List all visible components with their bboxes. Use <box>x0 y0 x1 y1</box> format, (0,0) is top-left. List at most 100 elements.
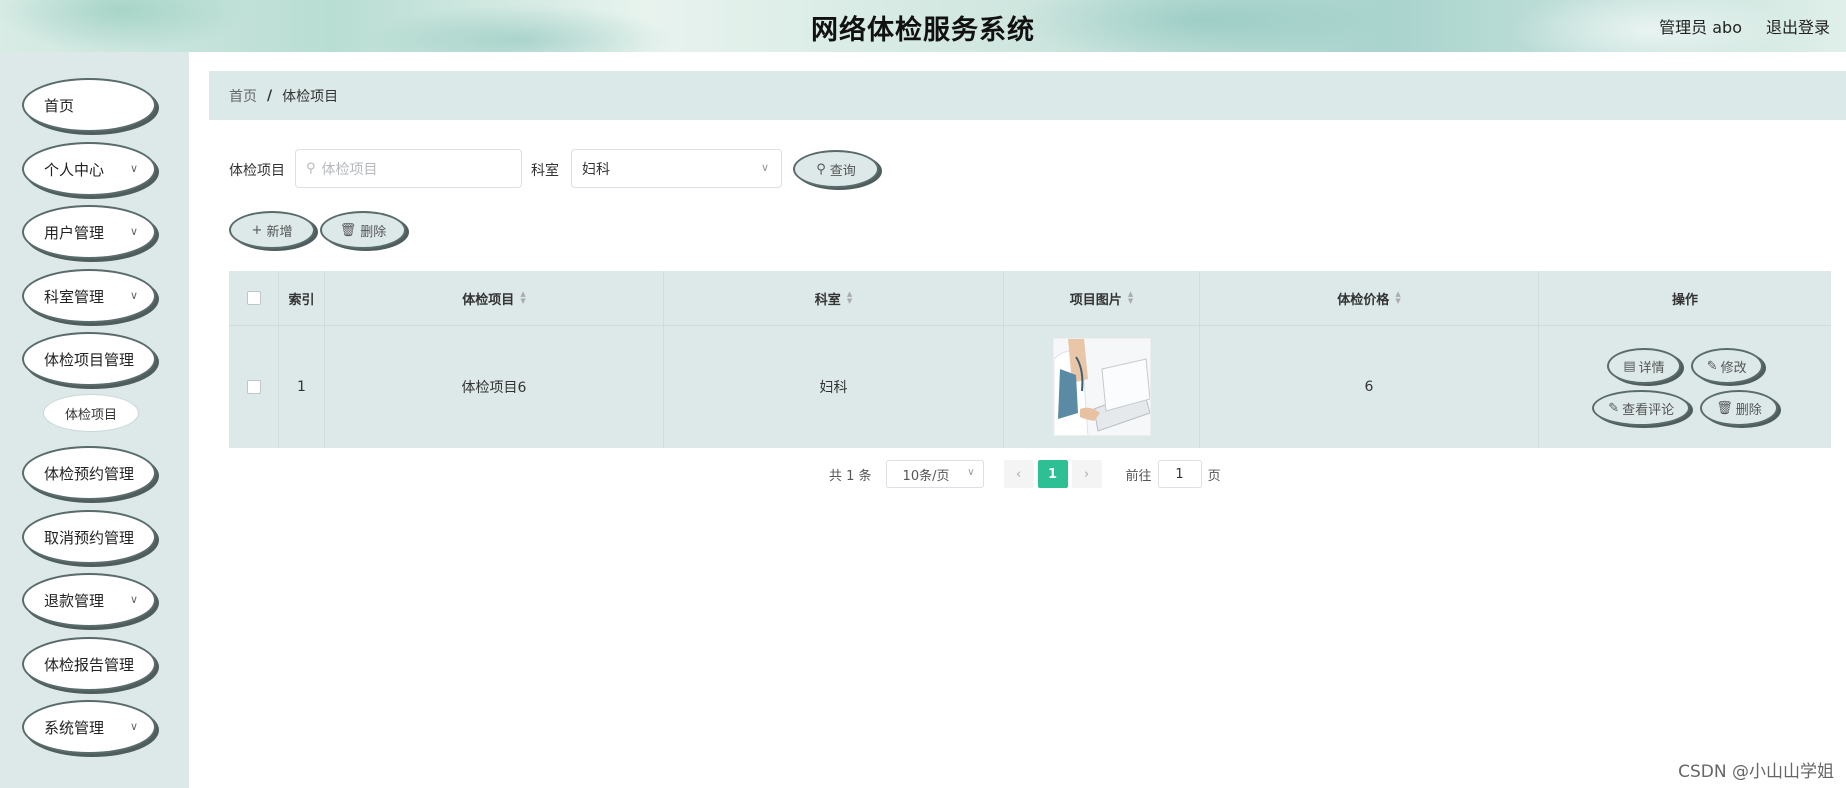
sidebar-item-appointments[interactable]: 体检预约管理 <box>22 446 156 500</box>
edit-button[interactable]: ✎ 修改 <box>1690 348 1763 384</box>
dept-select-label: 科室 <box>531 163 559 179</box>
watermark: CSDN @小山山学姐 <box>1678 762 1834 782</box>
row-price: 6 <box>1200 326 1539 448</box>
delete-button[interactable]: 🗑 删除 <box>320 211 406 249</box>
sidebar-item-profile[interactable]: 个人中心 ∨ <box>22 142 156 196</box>
breadcrumb: 首页 / 体检项目 <box>209 71 1846 120</box>
sidebar-item-checkup-items[interactable]: 体检项目管理 <box>22 332 156 386</box>
item-search-input[interactable]: ⚲ 体检项目 <box>295 149 522 188</box>
sidebar-item-refunds[interactable]: 退款管理 ∨ <box>22 573 156 627</box>
add-button-label: 新增 <box>266 224 293 240</box>
dept-select[interactable]: 妇科 ∨ <box>571 149 782 188</box>
dept-select-value: 妇科 <box>582 161 610 178</box>
edit-icon: ✎ <box>1608 400 1620 416</box>
sort-icon[interactable]: ▲ ▼ <box>1128 291 1133 305</box>
sidebar-item-label: 系统管理 <box>44 718 105 737</box>
sidebar-item-label: 首页 <box>44 96 75 115</box>
edit-button-label: 修改 <box>1720 360 1747 376</box>
chevron-left-icon: ‹ <box>1015 466 1022 482</box>
row-index: 1 <box>279 326 325 448</box>
search-icon: ⚲ <box>306 161 316 176</box>
row-actions: ▤ 详情 ✎ 修改 ✎ 查看评论 🗑 删除 <box>1539 326 1831 448</box>
row-delete-button[interactable]: 🗑 删除 <box>1700 390 1778 426</box>
detail-button[interactable]: ▤ 详情 <box>1607 348 1681 384</box>
sidebar-item-label: 体检预约管理 <box>44 464 135 483</box>
sidebar-item-label: 个人中心 <box>44 160 105 179</box>
header-actions: 操作 <box>1539 271 1831 325</box>
doctor-laptop-image <box>1053 339 1150 435</box>
sidebar-subitem-checkup-item[interactable]: 体检项目 <box>43 394 139 432</box>
header-index-label: 索引 <box>288 292 315 308</box>
sidebar-item-label: 取消预约管理 <box>44 528 135 547</box>
trash-icon: 🗑 <box>1716 400 1733 416</box>
query-button[interactable]: ⚲ 查询 <box>793 150 879 188</box>
view-comments-button-label: 查看评论 <box>1622 402 1675 418</box>
view-comments-button[interactable]: ✎ 查看评论 <box>1592 390 1691 426</box>
sort-icon[interactable]: ▲ ▼ <box>520 291 525 305</box>
page-suffix-label: 页 <box>1207 468 1221 484</box>
header-item-label: 体检项目 <box>462 292 515 308</box>
project-image[interactable] <box>1052 338 1151 436</box>
row-image-cell <box>1004 326 1200 448</box>
chevron-down-icon: ∨ <box>129 720 138 733</box>
plus-icon: + <box>251 222 263 238</box>
header-price[interactable]: 体检价格 ▲ ▼ <box>1200 271 1539 325</box>
next-page-button[interactable]: › <box>1071 460 1102 488</box>
chevron-down-icon: ∨ <box>129 289 138 302</box>
chevron-right-icon: › <box>1083 466 1090 482</box>
goto-page-input[interactable]: 1 <box>1157 460 1202 488</box>
sidebar-item-label: 体检报告管理 <box>44 655 135 674</box>
header-actions-label: 操作 <box>1671 292 1698 308</box>
chevron-down-icon: ∨ <box>129 162 138 175</box>
page-goto: 前往 1 页 <box>1126 460 1221 488</box>
breadcrumb-home[interactable]: 首页 <box>229 86 257 106</box>
row-delete-button-label: 删除 <box>1735 402 1762 418</box>
sidebar-item-system[interactable]: 系统管理 ∨ <box>22 700 156 754</box>
breadcrumb-separator: / <box>267 87 273 104</box>
item-search-placeholder: 体检项目 <box>321 161 378 178</box>
add-button[interactable]: + 新增 <box>229 211 315 249</box>
page-number-current[interactable]: 1 <box>1037 460 1068 488</box>
sidebar-item-label: 用户管理 <box>44 223 105 242</box>
row-select[interactable] <box>229 326 279 448</box>
header-image[interactable]: 项目图片 ▲ ▼ <box>1004 271 1200 325</box>
sidebar-item-users[interactable]: 用户管理 ∨ <box>22 205 156 259</box>
header-item[interactable]: 体检项目 ▲ ▼ <box>325 271 664 325</box>
data-table: 索引 体检项目 ▲ ▼ 科室 ▲ ▼ 项目图片 ▲ ▼ 体检价格 ▲ ▼ 操作 1 体检项目6 … <box>229 271 1831 448</box>
sidebar-item-home[interactable]: 首页 <box>22 78 156 132</box>
table-header: 索引 体检项目 ▲ ▼ 科室 ▲ ▼ 项目图片 ▲ ▼ 体检价格 ▲ ▼ 操作 <box>229 271 1831 326</box>
sort-icon[interactable]: ▲ ▼ <box>847 291 852 305</box>
sidebar-item-cancellations[interactable]: 取消预约管理 <box>22 510 156 564</box>
row-checkbox[interactable] <box>246 380 261 394</box>
header-select-all[interactable] <box>229 271 279 325</box>
delete-button-label: 删除 <box>360 224 387 240</box>
table-row: 1 体检项目6 妇科 6 ▤ 详情 ✎ 修改 ✎ 查看评论 🗑 删除 <box>229 326 1831 448</box>
sidebar-item-reports[interactable]: 体检报告管理 <box>22 637 156 691</box>
header-price-label: 体检价格 <box>1337 292 1390 308</box>
detail-button-label: 详情 <box>1638 360 1665 376</box>
document-icon: ▤ <box>1623 358 1636 374</box>
prev-page-button[interactable]: ‹ <box>1003 460 1034 488</box>
header-user-area: 管理员 abo 退出登录 <box>1659 14 1830 38</box>
page-size-select[interactable]: 10条/页 ∨ <box>885 460 984 488</box>
row-dept: 妇科 <box>664 326 1004 448</box>
logout-link[interactable]: 退出登录 <box>1766 14 1830 38</box>
header-image-label: 项目图片 <box>1069 292 1122 308</box>
chevron-down-icon: ∨ <box>760 161 769 174</box>
sidebar: 首页 个人中心 ∨ 用户管理 ∨ 科室管理 ∨ 体检项目管理 体检项目 体检预约管理 … <box>0 52 189 788</box>
chevron-down-icon: ∨ <box>129 593 138 606</box>
edit-icon: ✎ <box>1706 358 1718 374</box>
sidebar-item-departments[interactable]: 科室管理 ∨ <box>22 269 156 323</box>
sidebar-item-label: 退款管理 <box>44 591 105 610</box>
user-label: 管理员 abo <box>1659 18 1742 37</box>
trash-icon: 🗑 <box>339 222 357 238</box>
header-dept[interactable]: 科室 ▲ ▼ <box>664 271 1004 325</box>
chevron-down-icon: ∨ <box>129 225 138 238</box>
row-item: 体检项目6 <box>325 326 664 448</box>
search-icon: ⚲ <box>816 161 826 177</box>
query-button-label: 查询 <box>829 163 856 179</box>
sort-icon[interactable]: ▲ ▼ <box>1395 291 1400 305</box>
top-header: 网络体检服务系统 管理员 abo 退出登录 <box>0 0 1846 52</box>
select-all-checkbox[interactable] <box>246 291 261 305</box>
sidebar-item-label: 体检项目管理 <box>44 350 135 369</box>
